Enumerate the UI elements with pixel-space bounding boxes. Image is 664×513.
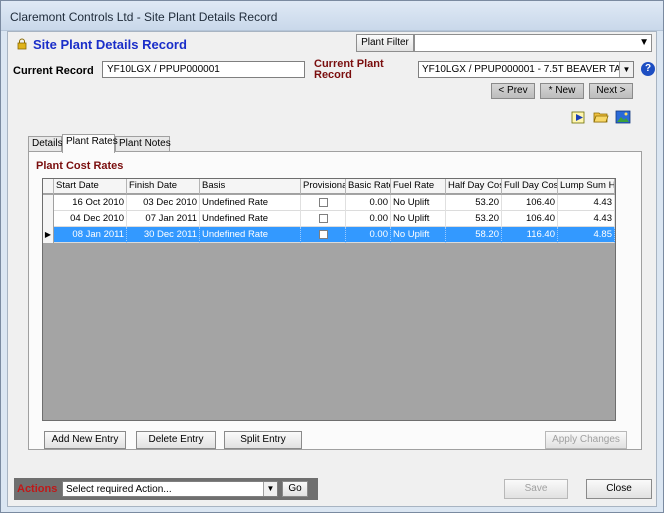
column-header[interactable]: Basic Rate xyxy=(346,179,391,194)
provisional-checkbox[interactable] xyxy=(319,198,328,207)
tab-plant-notes[interactable]: Plant Notes xyxy=(115,136,171,152)
basis-cell[interactable]: Undefined Rate xyxy=(200,195,301,211)
help-icon[interactable]: ? xyxy=(641,62,655,76)
column-header[interactable]: Fuel Rate xyxy=(391,179,446,194)
chevron-down-icon[interactable]: ▼ xyxy=(263,482,277,496)
finish-date-cell[interactable]: 07 Jan 2011 xyxy=(127,211,200,227)
full-day-cost-cell[interactable]: 116.40 xyxy=(502,227,558,243)
start-date-cell[interactable]: 08 Jan 2011 xyxy=(54,227,127,243)
apply-changes-button[interactable]: Apply Changes xyxy=(545,431,627,449)
dropdown-arrow-icon[interactable]: ▼ xyxy=(639,37,649,48)
form-header: Site Plant Details Record Plant Filter ▼ xyxy=(8,32,656,58)
full-day-cost-cell[interactable]: 106.40 xyxy=(502,195,558,211)
plant-rates-panel: Plant Cost Rates Start Date Finish Date … xyxy=(28,151,642,450)
delete-entry-button[interactable]: Delete Entry xyxy=(136,431,216,449)
finish-date-cell[interactable]: 03 Dec 2010 xyxy=(127,195,200,211)
close-button[interactable]: Close xyxy=(586,479,652,499)
row-selector[interactable] xyxy=(43,195,54,211)
tab-plant-rates[interactable]: Plant Rates xyxy=(62,134,118,153)
current-plant-combo[interactable]: YF10LGX / PPUP000001 - 7.5T BEAVER TAIL … xyxy=(418,61,634,78)
provisional-checkbox[interactable] xyxy=(319,214,328,223)
header-selector xyxy=(43,179,54,194)
grid-header: Start Date Finish Date Basis Provisional… xyxy=(43,179,615,194)
form-title: Site Plant Details Record xyxy=(33,37,187,52)
table-row[interactable]: 04 Dec 2010 07 Jan 2011 Undefined Rate 0… xyxy=(43,211,615,227)
chevron-down-icon[interactable]: ▼ xyxy=(619,62,633,77)
lock-icon xyxy=(17,38,27,50)
action-select-value: Select required Action... xyxy=(66,484,172,495)
full-day-cost-cell[interactable]: 106.40 xyxy=(502,211,558,227)
provisional-checkbox[interactable] xyxy=(319,230,328,239)
cost-rates-grid[interactable]: Start Date Finish Date Basis Provisional… xyxy=(42,178,616,421)
next-record-button[interactable]: Next > xyxy=(589,83,633,99)
provisional-cell xyxy=(301,211,346,227)
current-record-input[interactable]: YF10LGX / PPUP000001 xyxy=(102,61,305,78)
lump-sum-cell[interactable]: 4.43 xyxy=(558,211,615,227)
finish-date-cell[interactable]: 30 Dec 2011 xyxy=(127,227,200,243)
table-row-selected[interactable]: ▶ 08 Jan 2011 30 Dec 2011 Undefined Rate… xyxy=(43,227,615,243)
actions-bar: Actions Select required Action... ▼ Go xyxy=(14,478,318,500)
column-header[interactable]: Provisional xyxy=(301,179,346,194)
form-client-area: Site Plant Details Record Plant Filter ▼… xyxy=(7,31,657,507)
provisional-cell xyxy=(301,227,346,243)
plant-filter-combo[interactable]: ▼ xyxy=(414,34,652,52)
title-bar: Claremont Controls Ltd - Site Plant Deta… xyxy=(1,1,663,31)
current-plant-label-line2: Record xyxy=(314,69,352,81)
section-title: Plant Cost Rates xyxy=(36,160,124,172)
table-row[interactable]: 16 Oct 2010 03 Dec 2010 Undefined Rate 0… xyxy=(43,195,615,211)
fuel-rate-cell[interactable]: No Uplift xyxy=(391,195,446,211)
start-date-cell[interactable]: 16 Oct 2010 xyxy=(54,195,127,211)
plant-filter-button[interactable]: Plant Filter xyxy=(356,34,414,52)
prev-record-button[interactable]: < Prev xyxy=(491,83,535,99)
export-icon[interactable] xyxy=(571,109,587,125)
start-date-cell[interactable]: 04 Dec 2010 xyxy=(54,211,127,227)
column-header[interactable]: Start Date xyxy=(54,179,127,194)
action-select[interactable]: Select required Action... ▼ xyxy=(62,481,278,497)
lump-sum-cell[interactable]: 4.85 xyxy=(558,227,615,243)
fuel-rate-cell[interactable]: No Uplift xyxy=(391,211,446,227)
app-window: Claremont Controls Ltd - Site Plant Deta… xyxy=(0,0,664,513)
basis-cell[interactable]: Undefined Rate xyxy=(200,227,301,243)
actions-label: Actions xyxy=(17,483,58,495)
save-button[interactable]: Save xyxy=(504,479,568,499)
go-button[interactable]: Go xyxy=(282,481,308,497)
column-header[interactable]: Lump Sum Hi xyxy=(558,179,615,194)
current-plant-value: YF10LGX / PPUP000001 - 7.5T BEAVER TAIL … xyxy=(422,64,634,75)
tab-details[interactable]: Details xyxy=(28,136,63,152)
basic-rate-cell[interactable]: 0.00 xyxy=(346,195,391,211)
open-folder-icon[interactable] xyxy=(593,109,609,125)
half-day-cost-cell[interactable]: 53.20 xyxy=(446,211,502,227)
basis-cell[interactable]: Undefined Rate xyxy=(200,211,301,227)
basic-rate-cell[interactable]: 0.00 xyxy=(346,211,391,227)
split-entry-button[interactable]: Split Entry xyxy=(224,431,302,449)
column-header[interactable]: Basis xyxy=(200,179,301,194)
column-header[interactable]: Full Day Cos xyxy=(502,179,558,194)
lump-sum-cell[interactable]: 4.43 xyxy=(558,195,615,211)
column-header[interactable]: Half Day Cos xyxy=(446,179,502,194)
fuel-rate-cell[interactable]: No Uplift xyxy=(391,227,446,243)
column-header[interactable]: Finish Date xyxy=(127,179,200,194)
row-pointer-icon[interactable]: ▶ xyxy=(43,227,54,243)
add-new-entry-button[interactable]: Add New Entry xyxy=(44,431,126,449)
window-title: Claremont Controls Ltd - Site Plant Deta… xyxy=(10,10,278,24)
half-day-cost-cell[interactable]: 53.20 xyxy=(446,195,502,211)
provisional-cell xyxy=(301,195,346,211)
basic-rate-cell[interactable]: 0.00 xyxy=(346,227,391,243)
row-selector[interactable] xyxy=(43,211,54,227)
image-icon[interactable] xyxy=(615,109,631,125)
current-record-label: Current Record xyxy=(13,65,94,77)
half-day-cost-cell[interactable]: 58.20 xyxy=(446,227,502,243)
new-record-button[interactable]: * New xyxy=(540,83,584,99)
